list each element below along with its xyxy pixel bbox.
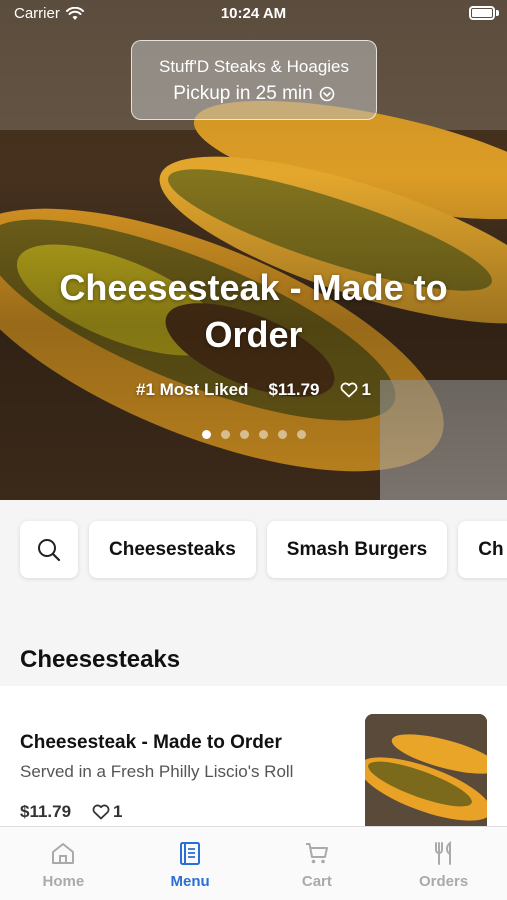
heart-icon [92,804,110,820]
item-description: Served in a Fresh Philly Liscio's Roll [20,762,294,781]
tab-menu[interactable]: Menu [127,827,254,900]
hero-likes-count: 1 [361,380,371,399]
item-food-image [365,714,487,831]
menu-icon [180,842,201,865]
section-title: Cheesesteaks [20,646,181,673]
hero-title: Cheesesteak - Made to Order [59,267,448,355]
category-bar: Cheesesteaks Smash Burgers Ch [0,500,507,610]
cart-icon [305,843,328,864]
tab-orders[interactable]: Orders [380,827,507,900]
menu-item-card[interactable]: Cheesesteak - Made to Order Served in a … [0,686,507,831]
battery-icon [469,6,495,20]
hero-likes[interactable]: 1 [340,380,371,400]
home-icon [52,843,75,864]
tab-home[interactable]: Home [0,827,127,900]
carousel-dot[interactable] [239,430,249,439]
tab-bar: Home Menu Cart Orders [0,826,507,900]
pickup-selector[interactable]: Stuff'D Steaks & Hoagies Pickup in 25 mi… [131,40,377,120]
tab-cart[interactable]: Cart [254,827,381,900]
hero-badge: #1 Most Liked [136,380,249,399]
pickup-time: Pickup in 25 min [132,83,376,105]
category-chip-smash-burgers[interactable]: Smash Burgers [266,521,448,578]
category-chip-cheesesteaks[interactable]: Cheesesteaks [89,521,256,578]
item-thumbnail [365,714,487,831]
carousel-dot[interactable] [220,430,230,439]
tab-cart-label: Cart [301,873,332,890]
carousel-dot[interactable] [201,430,211,439]
hero-banner[interactable]: Carrier 10:24 AM Stuff'D Steaks & Hoagie… [0,0,507,500]
pickup-time-label: Pickup in 25 min [173,83,313,104]
search-button[interactable] [20,521,78,578]
category-chip-next[interactable]: Ch [458,521,507,578]
carousel-dots [0,430,507,439]
carousel-dot[interactable] [258,430,268,439]
fork-knife-icon [434,840,451,865]
category-row: Cheesesteaks Smash Burgers Ch [20,521,507,578]
carousel-dot[interactable] [296,430,306,439]
status-bar: Carrier 10:24 AM [0,0,507,28]
item-price: $11.79 [20,802,72,821]
search-icon [38,538,61,561]
item-name: Cheesesteak - Made to Order [20,732,282,753]
carousel-dot[interactable] [277,430,287,439]
heart-icon [340,382,357,398]
tab-orders-label: Orders [419,873,469,890]
battery-nub [496,10,499,16]
status-time: 10:24 AM [220,5,287,22]
item-likes-count: 1 [113,802,123,821]
hero-price: $11.79 [268,380,320,399]
store-name: Stuff'D Steaks & Hoagies [158,57,350,76]
item-likes[interactable]: 1 [92,802,122,822]
hero-meta: #1 Most Liked $11.79 1 [0,380,507,400]
chevron-down-circle-icon [319,86,335,102]
tab-menu-label: Menu [170,873,210,890]
tab-home-label: Home [42,873,85,890]
